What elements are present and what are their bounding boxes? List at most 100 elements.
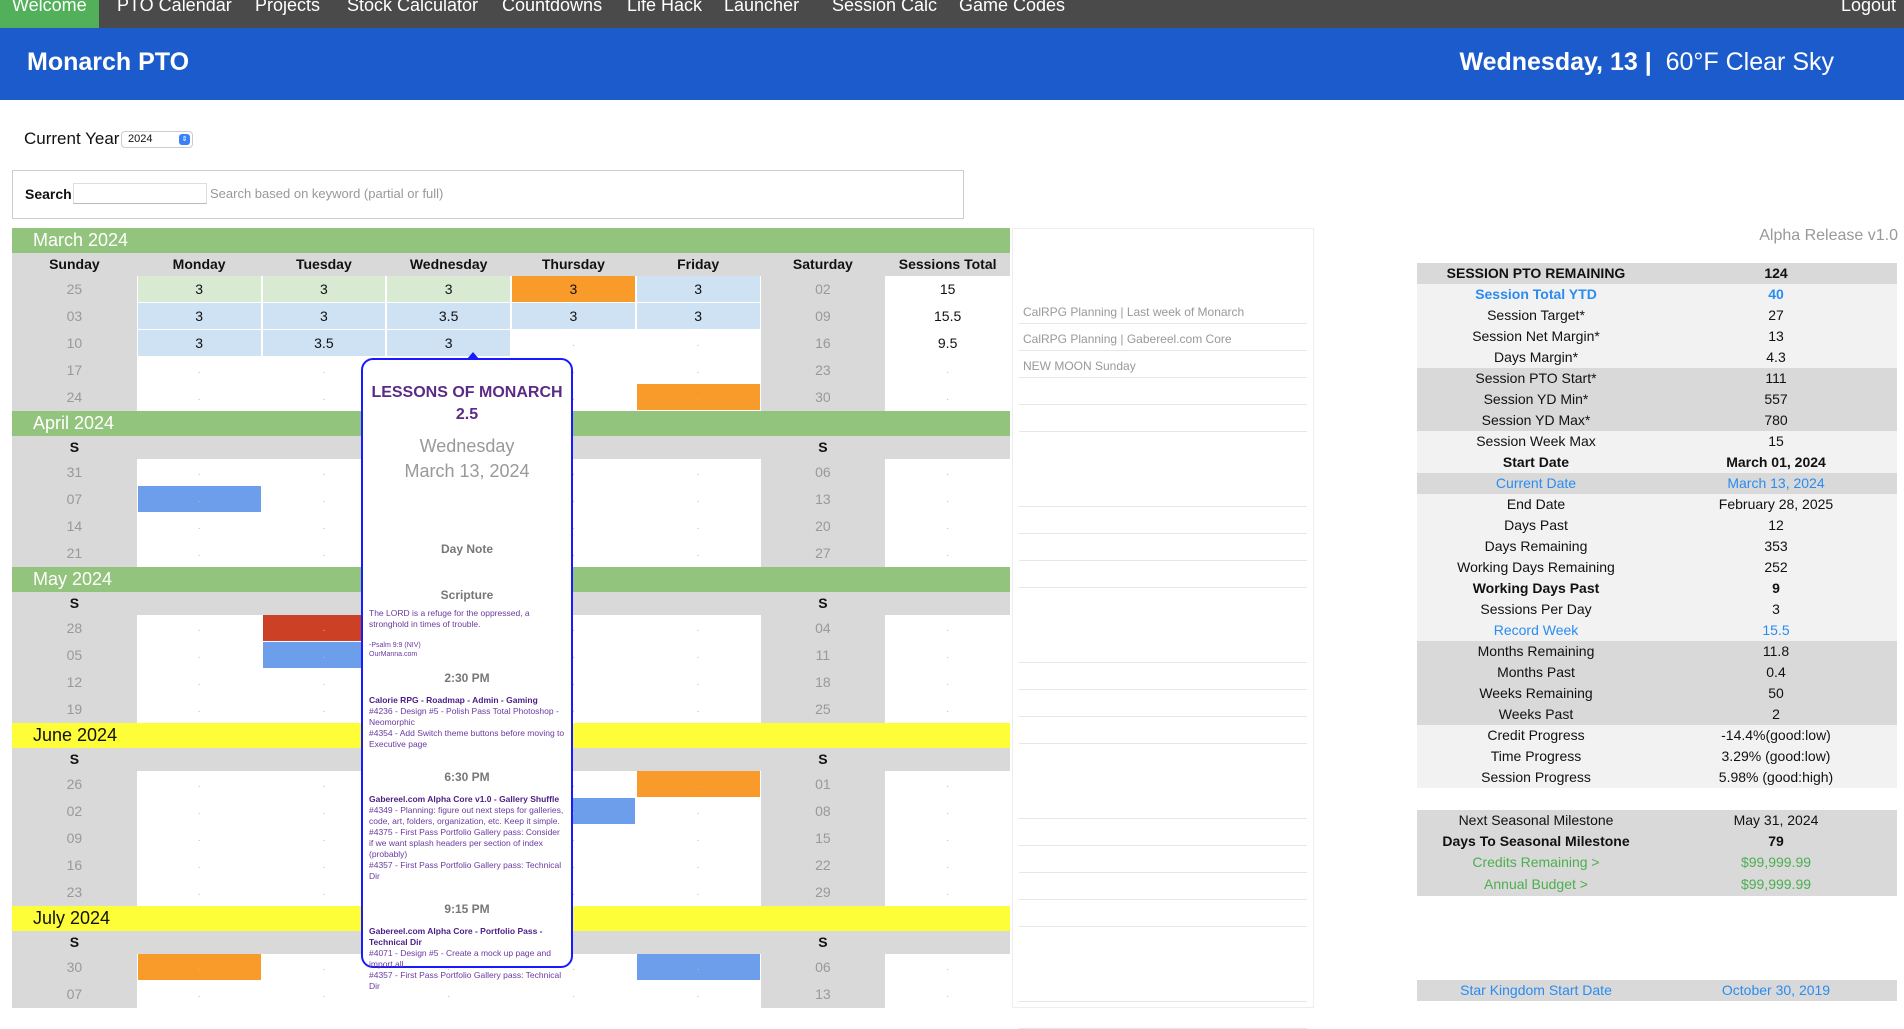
day-cell[interactable]: 3 [386,276,511,303]
nav-pto-calendar[interactable]: PTO Calendar [117,0,232,28]
note-row[interactable] [1019,636,1307,663]
day-cell[interactable]: . [635,540,761,567]
day-cell[interactable]: . [635,852,761,879]
day-cell[interactable]: . [136,669,262,696]
day-cell[interactable]: . [635,954,761,981]
scripture-heading: Scripture [440,588,494,602]
stat-label[interactable]: Credits Remaining > [1417,852,1655,874]
day-cell[interactable]: 3 [511,303,636,330]
year-select[interactable]: 2024 ⇕ [121,131,193,148]
day-cell[interactable]: . [261,981,387,1008]
note-row[interactable] [1019,561,1307,588]
nav-session-calc[interactable]: Session Calc [832,0,937,28]
current-year-label: Current Year: [24,129,125,148]
day-cell[interactable]: . [136,540,262,567]
note-row[interactable] [1019,507,1307,534]
day-cell[interactable]: 3 [511,276,636,303]
day-cell[interactable]: 3 [386,330,511,357]
note-row[interactable] [1019,405,1307,432]
note-row[interactable] [1019,663,1307,690]
nav-logout[interactable]: Logout [1841,0,1896,28]
note-row[interactable] [1019,534,1307,561]
saturday-date: 06 [760,459,886,486]
note-row[interactable] [1019,900,1307,927]
note-row[interactable]: NEW MOON Sunday [1019,351,1307,378]
day-cell[interactable]: 3 [136,330,262,357]
day-cell[interactable]: . [635,798,761,825]
stat-label[interactable]: Session Total YTD [1417,284,1655,305]
saturday-date: 13 [760,486,886,513]
day-cell[interactable]: 3 [635,303,761,330]
day-cell[interactable]: . [635,879,761,906]
day-cell[interactable]: . [136,513,262,540]
day-cell[interactable]: . [136,954,262,981]
note-row[interactable] [1019,873,1307,900]
note-row[interactable] [1019,690,1307,717]
day-cell[interactable]: . [635,771,761,798]
day-cell[interactable]: . [635,669,761,696]
day-cell[interactable]: 3.5 [386,303,511,330]
stat-row: Next Seasonal Milestone May 31, 2024 [1417,810,1897,831]
stat-label[interactable]: Record Week [1417,620,1655,641]
day-cell[interactable]: . [635,384,761,411]
note-row[interactable] [1019,1002,1307,1029]
note-row[interactable] [1019,717,1307,744]
day-cell[interactable]: 3 [136,276,262,303]
day-cell[interactable]: . [635,615,761,642]
day-cell[interactable]: 3 [261,303,387,330]
nav-welcome[interactable]: Welcome [0,0,99,28]
day-cell[interactable]: . [511,330,636,357]
day-cell[interactable]: . [635,357,761,384]
day-header: Tuesday [295,256,352,272]
nav-launcher[interactable]: Launcher [724,0,799,28]
note-row[interactable] [1019,792,1307,819]
note-row[interactable]: CalRPG Planning | Last week of Monarch [1019,297,1307,324]
day-cell[interactable]: . [136,615,262,642]
stat-label[interactable]: Current Date [1417,473,1655,494]
day-cell[interactable]: . [136,642,262,669]
day-cell[interactable]: . [136,879,262,906]
day-cell[interactable]: 3.5 [261,330,387,357]
day-cell[interactable]: . [136,852,262,879]
day-cell[interactable]: . [136,384,262,411]
sessions-total: . [946,677,950,688]
stat-label: Time Progress [1490,748,1582,764]
nav-life-hack[interactable]: Life Hack [627,0,702,28]
day-cell[interactable]: . [136,981,262,1008]
stat-label[interactable]: Annual Budget > [1417,874,1655,896]
note-row[interactable] [1019,480,1307,507]
note-row[interactable] [1019,378,1307,405]
day-header [885,748,1010,771]
day-cell[interactable]: . [635,459,761,486]
stat-label[interactable]: Star Kingdom Start Date [1417,980,1655,1001]
day-cell[interactable]: . [635,513,761,540]
stat-label: Days Remaining [1484,538,1588,554]
nav-game-codes[interactable]: Game Codes [959,0,1065,28]
day-cell[interactable]: . [136,357,262,384]
day-cell[interactable]: . [635,642,761,669]
day-cell[interactable]: . [136,459,262,486]
day-cell[interactable]: 3 [261,276,387,303]
note-row[interactable] [1019,975,1307,1002]
day-cell[interactable]: . [136,771,262,798]
note-row[interactable] [1019,846,1307,873]
note-row[interactable] [1019,819,1307,846]
day-cell[interactable]: . [136,486,262,513]
day-cell[interactable]: . [136,825,262,852]
day-cell[interactable]: . [136,798,262,825]
day-cell[interactable]: . [635,696,761,723]
nav-projects[interactable]: Projects [255,0,320,28]
nav-countdowns[interactable]: Countdowns [502,0,602,28]
stat-label: Session Net Margin* [1472,328,1600,344]
day-cell[interactable]: . [635,825,761,852]
day-cell[interactable]: 3 [635,276,761,303]
day-cell[interactable]: . [136,696,262,723]
day-cell[interactable]: . [635,330,761,357]
sunday-date: 17 [12,357,137,384]
nav-stock-calculator[interactable]: Stock Calculator [347,0,478,28]
day-cell[interactable]: . [635,981,761,1008]
day-cell[interactable]: 3 [136,303,262,330]
search-input[interactable] [73,183,207,204]
note-row[interactable]: CalRPG Planning | Gabereel.com Core [1019,324,1307,351]
day-cell[interactable]: . [635,486,761,513]
